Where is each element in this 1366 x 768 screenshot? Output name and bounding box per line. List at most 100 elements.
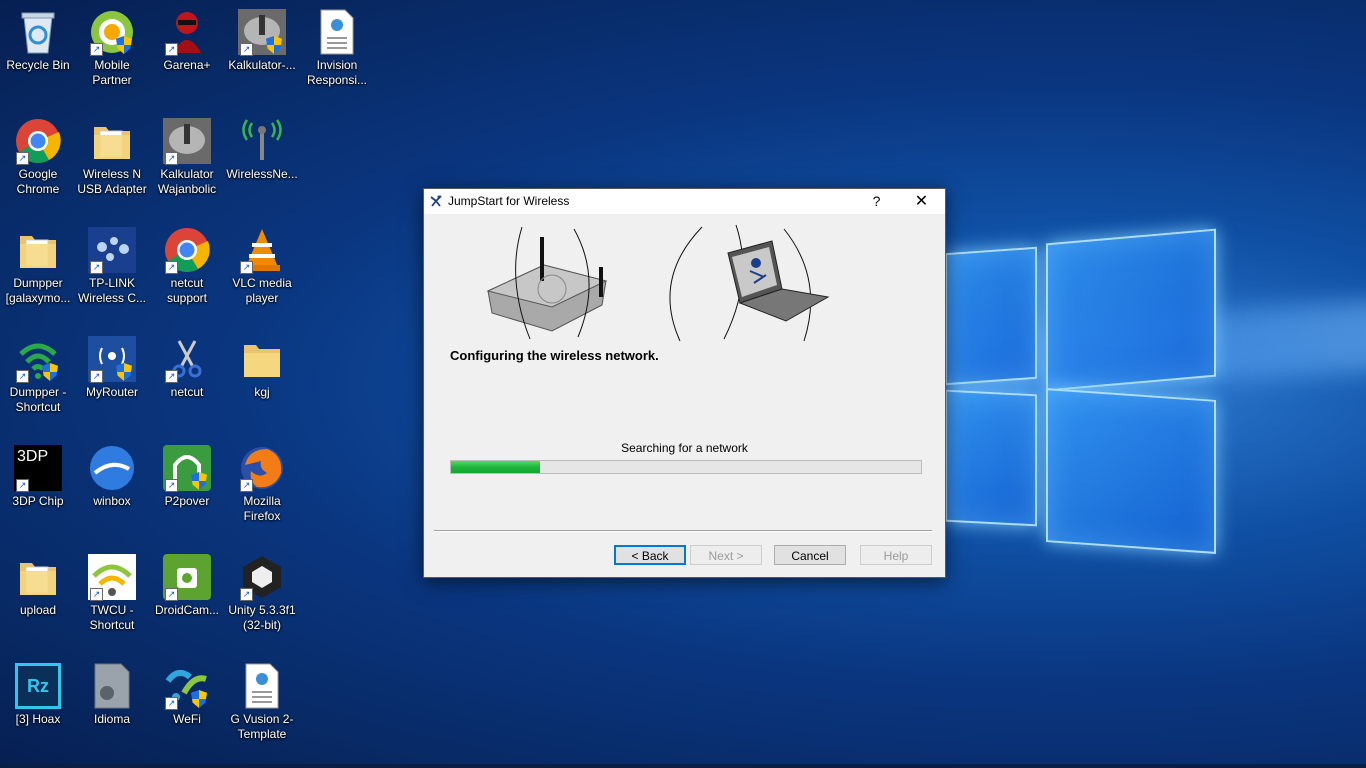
desktop-icon-google-chrome[interactable]: ↗ Google Chrome — [0, 111, 76, 211]
shortcut-arrow-icon: ↗ — [90, 370, 103, 383]
folder-icon — [238, 335, 286, 383]
desktop-icon-netcut[interactable]: ↗ netcut — [149, 329, 225, 429]
wireless-connection-illustration — [486, 224, 830, 342]
windows-logo-pane — [1046, 388, 1216, 554]
wefi-icon: ↗ — [163, 662, 211, 710]
shortcut-arrow-icon: ↗ — [165, 261, 178, 274]
shortcut-arrow-icon: ↗ — [165, 588, 178, 601]
shortcut-arrow-icon: ↗ — [240, 261, 253, 274]
windows-logo-pane — [945, 389, 1037, 527]
shortcut-arrow-icon: ↗ — [90, 588, 103, 601]
shortcut-arrow-icon: ↗ — [165, 43, 178, 56]
shortcut-arrow-icon: ↗ — [90, 43, 103, 56]
desktop-icon-unity[interactable]: ↗ Unity 5.3.3f1 (32-bit) — [224, 547, 300, 647]
shortcut-arrow-icon: ↗ — [16, 152, 29, 165]
vlc-icon: ↗ — [238, 226, 286, 274]
desktop-icon-netcut-support[interactable]: ↗ netcut support — [149, 220, 225, 320]
droidcam-icon: ↗ — [163, 553, 211, 601]
uac-shield-icon — [266, 36, 282, 54]
uac-shield-icon — [42, 363, 58, 381]
desktop-icon-droidcam[interactable]: ↗ DroidCam... — [149, 547, 225, 647]
mobile-partner-icon: ↗ — [88, 8, 136, 56]
shortcut-arrow-icon: ↗ — [16, 370, 29, 383]
uac-shield-icon — [116, 363, 132, 381]
wifi-icon: ↗ — [88, 553, 136, 601]
desktop-icon-invision[interactable]: Invision Responsi... — [299, 2, 375, 102]
3dp-chip-icon: 3DP ↗ — [14, 444, 62, 492]
desktop-icon-upload[interactable]: upload — [0, 547, 76, 647]
help-button[interactable]: Help — [860, 545, 932, 565]
desktop-icon-twcu[interactable]: ↗ TWCU - Shortcut — [74, 547, 150, 647]
html-file-icon — [238, 662, 286, 710]
desktop-icon-winbox[interactable]: winbox — [74, 438, 150, 538]
progress-status-text: Searching for a network — [621, 441, 748, 455]
progress-bar-fill — [451, 461, 541, 473]
desktop-icon-tplink[interactable]: ↗ TP-LINK Wireless C... — [74, 220, 150, 320]
jumpstart-dialog: JumpStart for Wireless ? ✕ Configuring t… — [423, 188, 946, 578]
shortcut-arrow-icon: ↗ — [165, 697, 178, 710]
shortcut-arrow-icon: ↗ — [165, 479, 178, 492]
next-button[interactable]: Next > — [690, 545, 762, 565]
shortcut-arrow-icon: ↗ — [240, 588, 253, 601]
progress-bar — [450, 460, 922, 474]
desktop-icon-kgj[interactable]: kgj — [224, 329, 300, 429]
kalkulator-icon: ↗ — [238, 8, 286, 56]
taskbar-edge — [0, 764, 1366, 768]
folder-icon — [88, 117, 136, 165]
chrome-icon: ↗ — [163, 226, 211, 274]
desktop-icon-g-vusion[interactable]: G Vusion 2-Template — [224, 656, 300, 756]
tplink-icon: ↗ — [88, 226, 136, 274]
wireless-antenna-icon — [238, 117, 286, 165]
desktop-icon-myrouter[interactable]: ↗ MyRouter — [74, 329, 150, 429]
desktop-icon-idioma[interactable]: Idioma — [74, 656, 150, 756]
status-heading: Configuring the wireless network. — [450, 348, 659, 363]
html-file-icon — [313, 8, 361, 56]
scissors-icon: ↗ — [163, 335, 211, 383]
jumpstart-app-icon — [429, 194, 443, 208]
desktop-icon-kalkulator-wajanbolic[interactable]: ↗ Kalkulator Wajanbolic — [149, 111, 225, 211]
desktop-icon-mozilla-firefox[interactable]: ↗ Mozilla Firefox — [224, 438, 300, 538]
desktop-icon-recycle-bin[interactable]: Recycle Bin — [0, 2, 76, 102]
shortcut-arrow-icon: ↗ — [90, 261, 103, 274]
title-help-button[interactable]: ? — [854, 189, 899, 214]
desktop-icon-p2pover[interactable]: ↗ P2pover — [149, 438, 225, 538]
myrouter-icon: ↗ — [88, 335, 136, 383]
desktop-icon-3-hoax[interactable]: Rz [3] Hoax — [0, 656, 76, 756]
wifi-icon: ↗ — [14, 335, 62, 383]
firefox-icon: ↗ — [238, 444, 286, 492]
desktop-icon-mobile-partner[interactable]: ↗ Mobile Partner — [74, 2, 150, 102]
shortcut-arrow-icon: ↗ — [165, 370, 178, 383]
uac-shield-icon — [191, 690, 207, 708]
shortcut-arrow-icon: ↗ — [165, 152, 178, 165]
title-close-button[interactable]: ✕ — [899, 189, 944, 214]
windows-logo-pane — [945, 246, 1037, 386]
button-separator — [434, 530, 932, 532]
dialog-title: JumpStart for Wireless — [448, 194, 570, 208]
desktop-icon-wirelessne[interactable]: WirelessNe... — [224, 111, 300, 211]
shortcut-arrow-icon: ↗ — [240, 479, 253, 492]
p2pover-icon: ↗ — [163, 444, 211, 492]
desktop-icon-wireless-n-usb[interactable]: Wireless N USB Adapter — [74, 111, 150, 211]
uac-shield-icon — [191, 472, 207, 490]
desktop-icon-wefi[interactable]: ↗ WeFi — [149, 656, 225, 756]
recycle-bin-icon — [14, 8, 62, 56]
desktop-icon-garena[interactable]: ↗ Garena+ — [149, 2, 225, 102]
dialog-titlebar[interactable]: JumpStart for Wireless ? ✕ — [424, 189, 945, 214]
laptop-icon — [727, 240, 830, 322]
back-button[interactable]: < Back — [614, 545, 686, 565]
kalkulator-icon: ↗ — [163, 117, 211, 165]
desktop-icon-dumpper-folder[interactable]: Dumpper [galaxymo... — [0, 220, 76, 320]
shortcut-arrow-icon: ↗ — [16, 479, 29, 492]
uac-shield-icon — [116, 36, 132, 54]
desktop-icon-3dp-chip[interactable]: 3DP ↗ 3DP Chip — [0, 438, 76, 538]
cancel-button[interactable]: Cancel — [774, 545, 846, 565]
desktop-icon-dumpper-shortcut[interactable]: ↗ Dumpper - Shortcut — [0, 329, 76, 429]
shortcut-arrow-icon: ↗ — [240, 43, 253, 56]
winbox-icon — [88, 444, 136, 492]
chrome-icon: ↗ — [14, 117, 62, 165]
rz-icon: Rz — [14, 662, 62, 710]
folder-icon — [14, 553, 62, 601]
windows-logo-pane — [1046, 228, 1216, 392]
desktop-icon-kalkulator[interactable]: ↗ Kalkulator-... — [224, 2, 300, 102]
desktop-icon-vlc[interactable]: ↗ VLC media player — [224, 220, 300, 320]
